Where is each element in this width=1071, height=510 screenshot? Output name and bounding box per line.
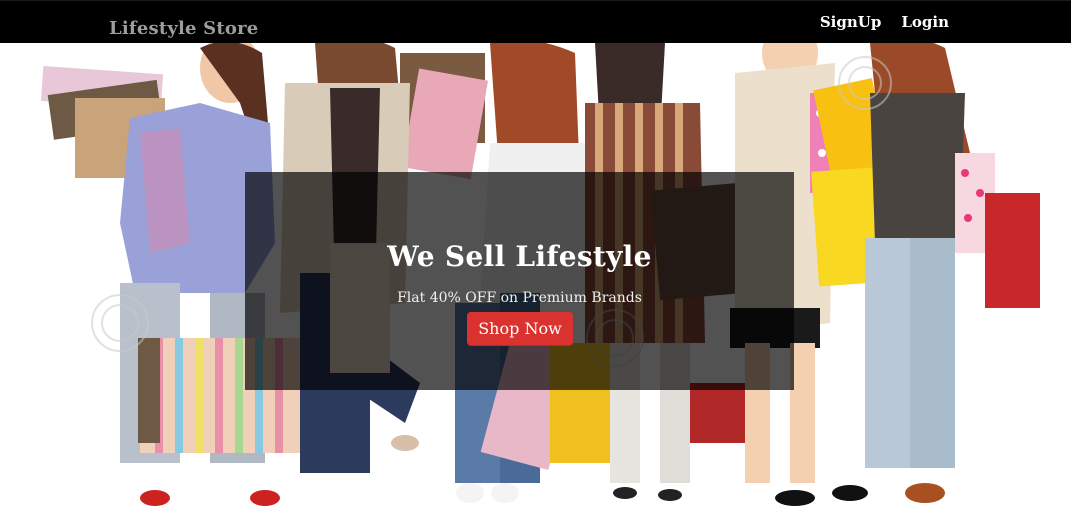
shop-now-button[interactable]: Shop Now: [467, 312, 573, 346]
banner-title: We Sell Lifestyle: [387, 240, 652, 273]
navbar: Lifestyle Store SignUp Login: [0, 0, 1071, 44]
shopper-figure-6: [865, 43, 1040, 503]
login-link[interactable]: Login: [901, 13, 949, 31]
brand-logo[interactable]: Lifestyle Store: [109, 18, 258, 39]
hero-banner: We Sell Lifestyle Flat 40% OFF on Premiu…: [245, 172, 794, 390]
banner-subtitle: Flat 40% OFF on Premium Brands: [397, 290, 642, 306]
nav-links: SignUp Login: [820, 13, 949, 31]
signup-link[interactable]: SignUp: [820, 13, 882, 31]
